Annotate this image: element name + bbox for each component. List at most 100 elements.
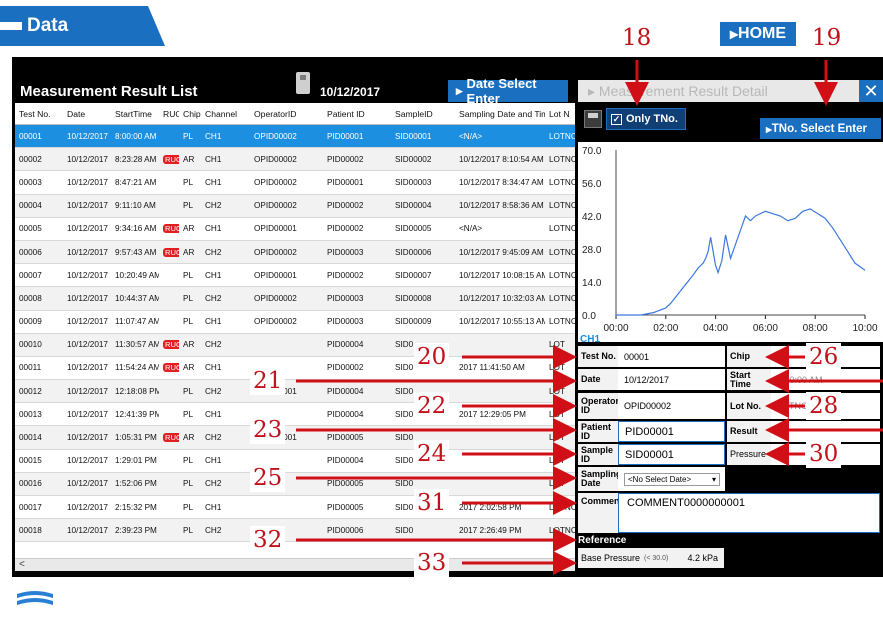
table-cell: SID0 [395, 479, 414, 489]
pressure-label: Pressure [727, 444, 771, 465]
table-row[interactable]: 00006 10/12/2017 9:57:43 AM RUO AR CH2 OPID000… [15, 240, 575, 265]
test-no-label: Test No. [578, 346, 618, 367]
table-cell: CH2 [205, 525, 222, 535]
table-cell: 00001 [19, 131, 42, 141]
column-header[interactable]: RUO [159, 109, 179, 119]
callout-22: 22 [414, 392, 450, 420]
table-cell: SID00008 [395, 293, 432, 303]
table-cell: CH1 [205, 131, 222, 141]
table-row[interactable]: 00010 10/12/2017 11:30:57 AM RUO AR CH2 PID000… [15, 333, 575, 357]
table-cell: CH2 [205, 293, 222, 303]
table-row[interactable]: 00009 10/12/2017 11:07:47 AM PL CH1 OPID00002… [15, 310, 575, 334]
table-cell: PID00006 [327, 525, 364, 535]
table-cell: SID00005 [395, 224, 432, 234]
table-cell: LOTNC [549, 270, 575, 280]
table-row[interactable]: 00005 10/12/2017 9:34:16 AM RUO AR CH1 OPID000… [15, 217, 575, 241]
table-row[interactable]: 00001 10/12/2017 8:00:00 AM PL CH1 OPID00002 P… [15, 125, 575, 149]
table-cell: LOT [549, 363, 565, 373]
column-header[interactable]: Date [63, 109, 111, 119]
usb-icon[interactable] [296, 72, 310, 94]
table-cell: 00018 [19, 525, 42, 535]
table-row[interactable]: 00002 10/12/2017 8:23:28 AM RUO AR CH1 OPID000… [15, 148, 575, 172]
table-row[interactable]: 00017 10/12/2017 2:15:32 PM PL CH1 PID00005 SI… [15, 496, 575, 520]
sample-id-field[interactable]: SID00001 [618, 444, 725, 465]
table-row[interactable]: 00004 10/12/2017 9:11:10 AM PL CH2 OPID00002 P… [15, 194, 575, 218]
table-row[interactable]: 00003 10/12/2017 8:47:21 AM PL CH1 OPID00002 P… [15, 171, 575, 195]
sampling-date-cell: <No Select Date> ▾ [618, 467, 725, 491]
column-header[interactable]: Lot N [545, 109, 575, 119]
table-row[interactable]: 00018 10/12/2017 2:39:23 PM PL CH2 PID00006 SI… [15, 519, 575, 543]
table-cell: SID00009 [395, 317, 432, 327]
table-cell: LOTNC [549, 154, 575, 164]
column-header[interactable]: OperatorID [250, 109, 323, 119]
table-row[interactable]: 00016 10/12/2017 1:52:06 PM PL CH2 PID00005 SI… [15, 472, 575, 496]
close-icon[interactable]: ✕ [859, 80, 883, 102]
table-row[interactable]: 0001210/12/201712:18:08 PMPLCH2OPID00001… [15, 380, 575, 404]
table-cell: 10/12/2017 [67, 224, 108, 234]
tno-select-enter-button[interactable]: ▸ TNo. Select Enter [760, 118, 881, 139]
save-icon[interactable] [584, 110, 602, 128]
keyboard-icon[interactable] [736, 597, 752, 607]
date-select-enter-button[interactable]: ▸ Date Select Enter [448, 76, 568, 106]
table-cell: PID00005 [327, 502, 364, 512]
column-header[interactable]: Sampling Date and Time [455, 109, 545, 119]
column-header[interactable]: Chip [179, 109, 201, 119]
table-cell: 10/12/2017 [67, 433, 108, 443]
table-cell: 10/12/2017 10:55:13 AM [459, 317, 545, 327]
table-cell: SID00002 [395, 154, 432, 164]
only-tno-checkbox[interactable]: ✓ Only TNo. [606, 108, 686, 130]
data-tab[interactable]: Data [0, 6, 165, 46]
table-row[interactable]: 0001410/12/20171:05:31 PMRUOARCH2OPID000… [15, 426, 575, 450]
patient-id-field[interactable]: PID00001 [618, 421, 725, 442]
table-cell: 00002 [19, 154, 42, 164]
table-cell: 00011 [19, 363, 42, 373]
y-tick-label: 14.0 [582, 278, 602, 289]
table-cell: PL [183, 131, 194, 141]
ruo-badge: RUO [163, 247, 179, 257]
start-time-value: 8:00:00 AM [771, 369, 880, 390]
table-cell: PL [183, 456, 194, 466]
table-cell: PID00003 [327, 293, 364, 303]
table-cell: CH1 [205, 456, 222, 466]
table-cell: PID00004 [327, 386, 364, 396]
table-row[interactable]: 00008 10/12/2017 10:44:37 AM PL CH2 OPID00002… [15, 287, 575, 311]
column-header[interactable]: SampleID [391, 109, 455, 119]
table-cell: 9:11:10 AM [115, 201, 156, 211]
x-tick-label: 06:00 [753, 323, 778, 334]
table-cell: PL [183, 293, 194, 303]
home-button-label: HOME [738, 25, 787, 42]
base-pressure-row: Base Pressure (< 30.0) 4.2 kPa [578, 548, 724, 568]
table-row[interactable]: 00011 10/12/2017 11:54:24 AM RUO AR CH1 PID000… [15, 356, 575, 381]
table-cell: PL [183, 270, 194, 280]
table-cell: AR [183, 433, 195, 443]
table-cell: 10/12/2017 9:45:09 AM [459, 247, 544, 257]
ruo-badge: RUO [163, 340, 179, 350]
sampling-date-value: <No Select Date> [628, 474, 692, 484]
x-tick-label: 02:00 [653, 323, 678, 334]
horizontal-scrollbar[interactable]: < [15, 558, 575, 571]
table-row[interactable]: 00015 10/12/2017 1:29:01 PM PL CH1 PID00004 SI… [15, 449, 575, 473]
column-header[interactable]: Test No. [15, 109, 63, 119]
comment-field[interactable]: COMMENT0000000001 [618, 493, 880, 533]
column-header[interactable]: Patient ID [323, 109, 391, 119]
operator-id-label: Operator ID [578, 393, 619, 419]
column-header[interactable]: Channel [201, 109, 250, 119]
table-row[interactable]: 00007 10/12/2017 10:20:49 AM PL CH1 OPID00001… [15, 264, 575, 288]
table-cell: LOTNC [549, 525, 575, 535]
list-date: 10/12/2017 [320, 85, 381, 99]
table-cell: SID00006 [395, 247, 432, 257]
column-header[interactable]: StartTime [111, 109, 159, 119]
table-body: 00001 10/12/2017 8:00:00 AM PL CH1 OPID00002 P… [15, 125, 575, 543]
table-row[interactable]: 00013 10/12/2017 12:41:39 PM PL CH1 PID00004 S… [15, 403, 575, 427]
table-cell: 10/12/2017 [67, 456, 108, 466]
callout-23: 23 [250, 416, 286, 444]
sampling-date-dropdown[interactable]: <No Select Date> ▾ [624, 472, 720, 486]
table-cell: 00014 [19, 433, 42, 443]
lot-no-label: Lot No. [727, 393, 771, 419]
table-cell: 11:54:24 AM [115, 363, 159, 373]
home-button[interactable]: ▸ HOME [720, 22, 796, 46]
callout-20: 20 [414, 343, 450, 371]
table-cell: PID00002 [327, 154, 364, 164]
table-cell: LOT [549, 479, 565, 489]
callout-19: 19 [809, 24, 845, 52]
